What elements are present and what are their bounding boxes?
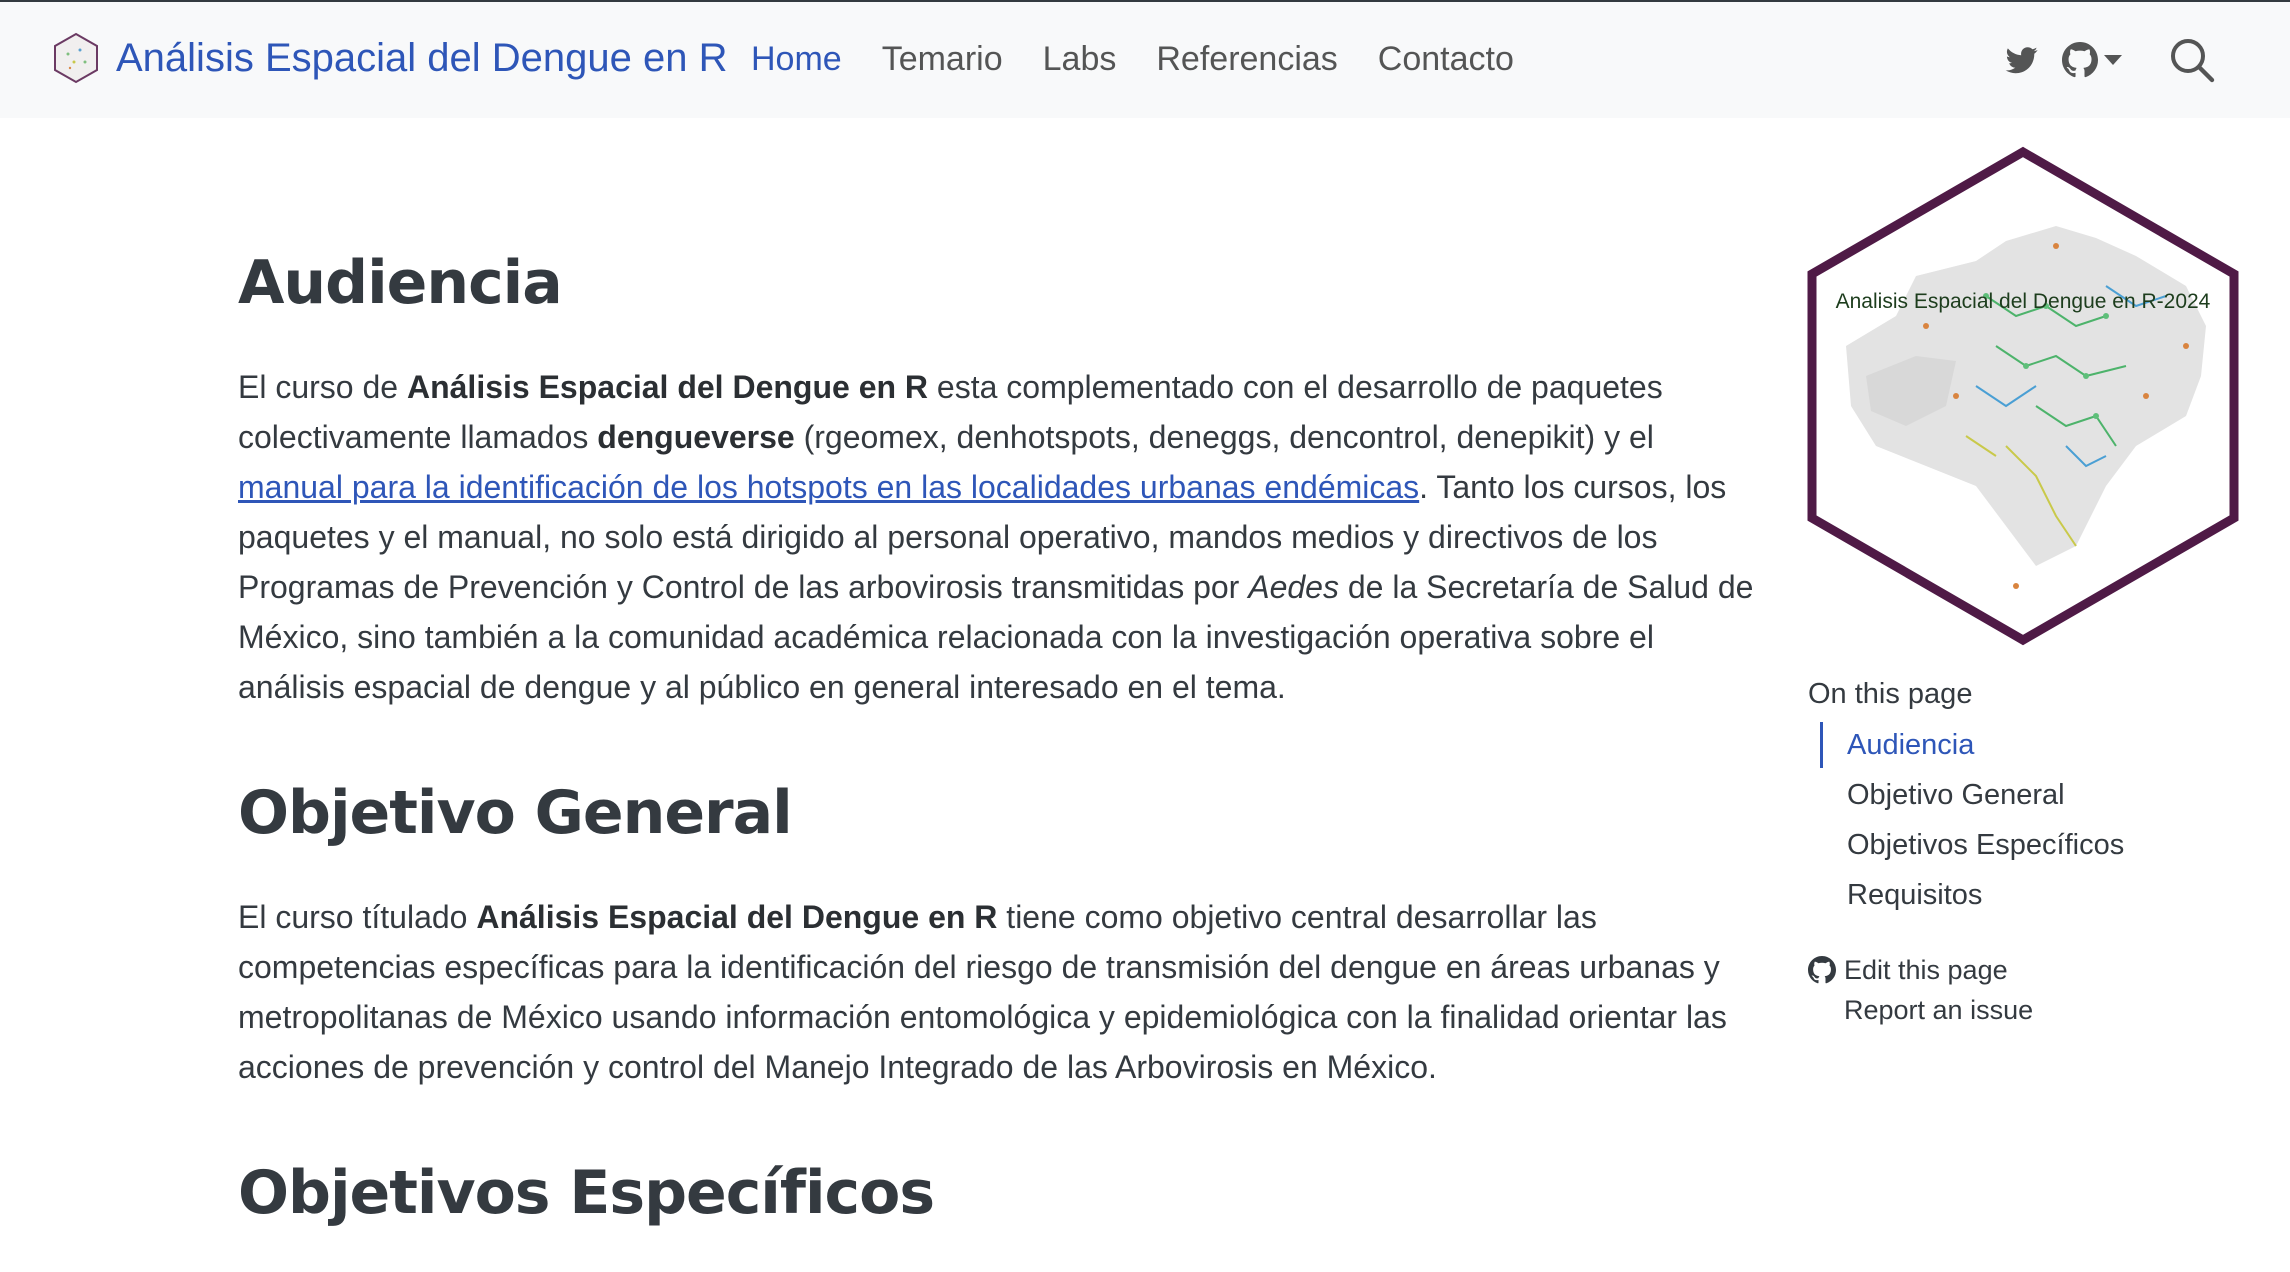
github-menu-button[interactable] [2062,42,2122,78]
github-icon [2062,42,2098,78]
text-run: El curso de [238,369,407,405]
course-hex-logo: Analisis Espacial del Dengue en R-2024 [1807,146,2239,646]
nav-home[interactable]: Home [751,40,842,79]
toc-item-audiencia[interactable]: Audiencia [1819,720,2124,770]
text-run: El curso títulado [238,899,477,935]
nav-links: Home Temario Labs Referencias Contacto [751,40,1514,79]
twitter-icon[interactable] [2004,44,2040,76]
page-actions: Edit this page Report an issue [1808,950,2033,1030]
nav-tools [2004,36,2216,84]
bold-course-name: Análisis Espacial del Dengue en R [406,369,929,405]
bold-course-name: Análisis Espacial del Dengue en R [476,899,998,935]
search-icon[interactable] [2168,36,2216,84]
text-run: (rgeomex, denhotspots, deneggs, dencontr… [794,419,1654,455]
bold-dengueverse: dengueverse [597,419,795,455]
section-title-objetivos-especificos: Objetivos Específicos [238,1158,935,1228]
nav-referencias[interactable]: Referencias [1156,40,1337,79]
report-issue-label: Report an issue [1844,995,2034,1025]
chevron-down-icon [2104,55,2122,65]
nav-labs[interactable]: Labs [1043,40,1117,79]
edit-page-label: Edit this page [1844,955,2008,985]
toc-title: On this page [1808,678,1973,710]
nav-temario[interactable]: Temario [882,40,1003,79]
section-title-objetivo-general: Objetivo General [238,778,793,848]
nav-contacto[interactable]: Contacto [1378,40,1514,79]
italic-aedes: Aedes [1248,569,1339,605]
toc-item-requisitos[interactable]: Requisitos [1823,870,2124,920]
objetivo-general-paragraph: El curso títulado Análisis Espacial del … [238,892,1758,1092]
hex-logo-title: Analisis Espacial del Dengue en R-2024 [1836,290,2211,313]
toc-item-objetivos-especificos[interactable]: Objetivos Específicos [1823,820,2124,870]
edit-page-link[interactable]: Edit this page [1808,950,2033,990]
brand-logo-icon [54,32,98,84]
manual-hotspots-link[interactable]: manual para la identificación de los hot… [238,469,1419,505]
brand-title: Análisis Espacial del Dengue en R [116,35,728,80]
section-title-audiencia: Audiencia [238,248,563,318]
github-icon [1808,956,1838,984]
report-issue-link[interactable]: Report an issue [1808,990,2033,1030]
top-navbar: Análisis Espacial del Dengue en R Home T… [0,0,2290,118]
audiencia-paragraph: El curso de Análisis Espacial del Dengue… [238,362,1758,712]
toc-item-objetivo-general[interactable]: Objetivo General [1823,770,2124,820]
brand-link[interactable]: Análisis Espacial del Dengue en R [52,32,727,84]
table-of-contents: Audiencia Objetivo General Objetivos Esp… [1819,720,2124,920]
